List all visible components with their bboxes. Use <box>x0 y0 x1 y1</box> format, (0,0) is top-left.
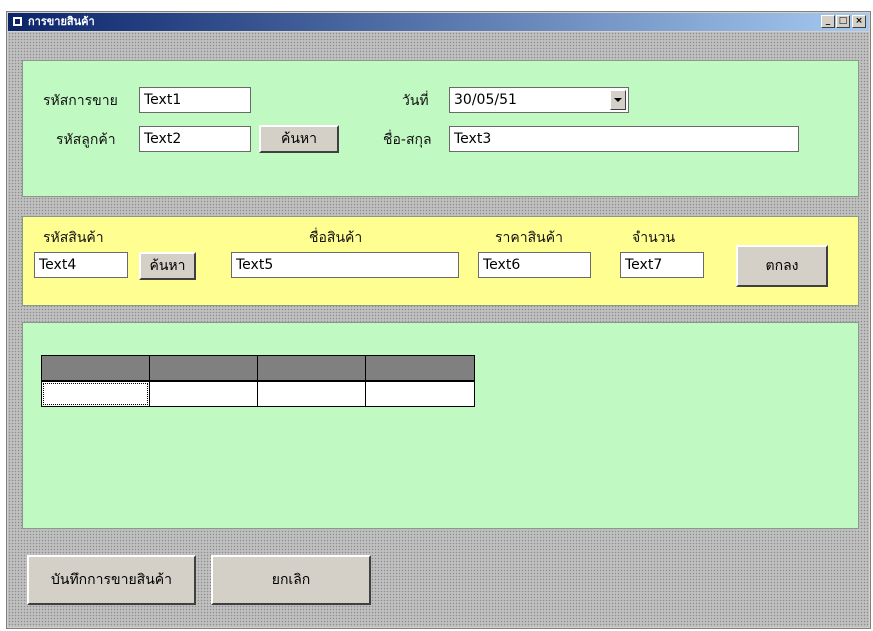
product-name-label: ชื่อสินค้า <box>309 230 363 246</box>
product-panel: รหัสสินค้า Text4 ค้นหา ชื่อสินค้า Text5 … <box>22 216 859 306</box>
quantity-field[interactable]: Text7 <box>620 252 704 278</box>
customer-search-button[interactable]: ค้นหา <box>259 125 339 153</box>
grid-cell[interactable] <box>257 381 366 407</box>
grid-cell[interactable] <box>41 381 150 407</box>
customer-panel: รหัสการขาย Text1 วันที่ 30/05/51 รหัสลูก… <box>22 60 859 197</box>
grid-header-cell <box>257 355 366 381</box>
date-combo[interactable]: 30/05/51 <box>449 87 629 113</box>
grid-cell[interactable] <box>365 381 475 407</box>
date-value: 30/05/51 <box>454 92 517 108</box>
main-window: การขายสินค้า _ □ × รหัสการขาย Text1 วันท… <box>6 11 871 629</box>
fullname-field[interactable]: Text3 <box>449 126 799 152</box>
maximize-button[interactable]: □ <box>836 15 850 28</box>
product-id-label: รหัสสินค้า <box>43 230 104 246</box>
sale-id-field[interactable]: Text1 <box>139 87 251 113</box>
grid-header-cell <box>41 355 150 381</box>
title-bar[interactable]: การขายสินค้า _ □ × <box>8 13 869 31</box>
price-label: ราคาสินค้า <box>495 230 563 246</box>
chevron-down-icon[interactable] <box>610 90 626 110</box>
grid-header-cell <box>149 355 258 381</box>
items-grid[interactable] <box>41 355 475 407</box>
grid-header-cell <box>365 355 475 381</box>
price-field[interactable]: Text6 <box>478 252 591 278</box>
form-client-area: รหัสการขาย Text1 วันที่ 30/05/51 รหัสลูก… <box>8 32 869 627</box>
product-search-button[interactable]: ค้นหา <box>139 252 196 280</box>
items-grid-area <box>22 322 859 529</box>
ok-button[interactable]: ตกลง <box>736 245 828 287</box>
cancel-button[interactable]: ยกเลิก <box>211 555 371 605</box>
customer-id-field[interactable]: Text2 <box>139 126 251 152</box>
customer-id-label: รหัสลูกค้า <box>56 132 116 148</box>
window-title: การขายสินค้า <box>28 15 95 28</box>
product-name-field[interactable]: Text5 <box>231 252 459 278</box>
quantity-label: จำนวน <box>632 230 676 246</box>
save-sale-button[interactable]: บันทึกการขายสินค้า <box>27 555 196 605</box>
sale-id-label: รหัสการขาย <box>43 93 118 109</box>
grid-cell[interactable] <box>149 381 258 407</box>
fullname-label: ชื่อ-สกุล <box>383 132 432 148</box>
app-icon <box>12 16 23 27</box>
close-button[interactable]: × <box>852 15 866 28</box>
product-id-field[interactable]: Text4 <box>34 252 128 278</box>
date-label: วันที่ <box>402 93 429 109</box>
minimize-button[interactable]: _ <box>821 15 835 28</box>
